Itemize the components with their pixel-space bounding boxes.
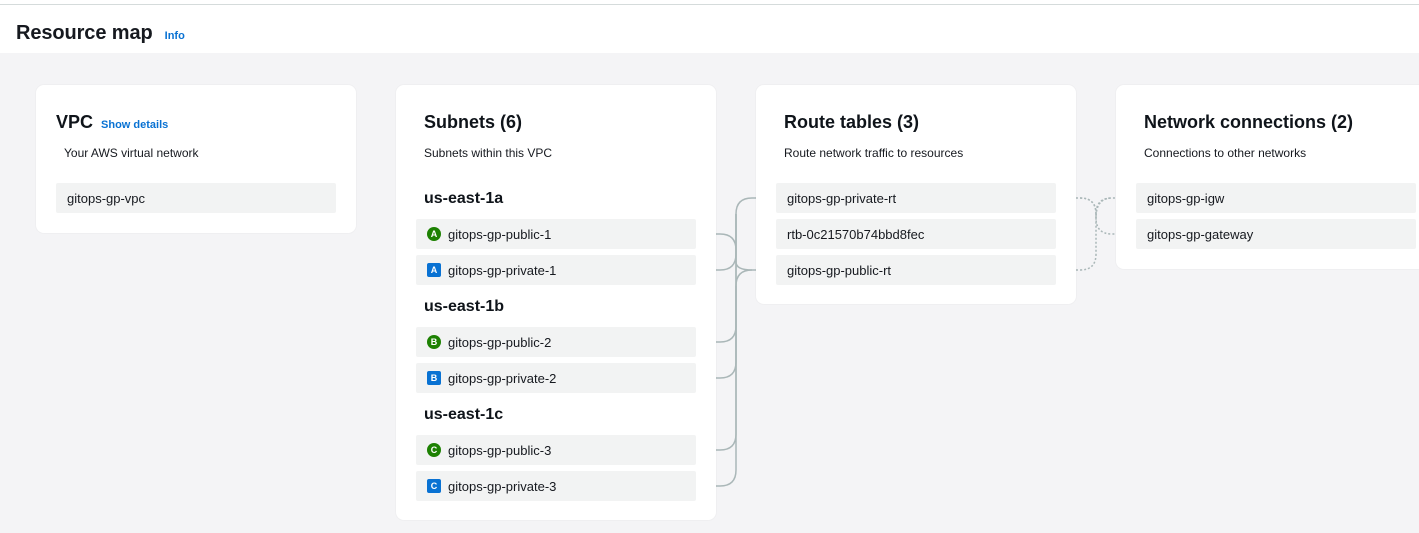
route-table-item[interactable]: gitops-gp-private-rt xyxy=(776,183,1056,213)
vpc-card: VPC Show details Your AWS virtual networ… xyxy=(36,85,356,233)
subnet-name: gitops-gp-private-1 xyxy=(448,262,557,278)
route-tables-description: Route network traffic to resources xyxy=(784,146,964,160)
subnet-name: gitops-gp-private-3 xyxy=(448,478,557,494)
az-label-us-east-1a: us-east-1a xyxy=(424,190,504,207)
subnet-item[interactable]: B gitops-gp-public-2 xyxy=(416,327,696,357)
public-subnet-icon: B xyxy=(427,335,441,349)
route-table-item[interactable]: gitops-gp-public-rt xyxy=(776,255,1056,285)
vpc-title-row: VPC Show details xyxy=(56,112,168,133)
network-connections-title: Network connections (2) xyxy=(1144,112,1354,132)
subnet-name: gitops-gp-public-1 xyxy=(448,226,552,242)
subnets-card: Subnets (6) Subnets within this VPC us-e… xyxy=(396,85,716,520)
vpc-title: VPC xyxy=(56,112,94,132)
subnets-description: Subnets within this VPC xyxy=(424,146,553,160)
resource-map-panel: Resource map Info VPC Show details Your … xyxy=(0,0,1419,533)
panel-divider xyxy=(0,4,1419,5)
resource-map-header: Resource map Info xyxy=(16,22,185,45)
network-connections-description: Connections to other networks xyxy=(1144,146,1307,160)
private-subnet-icon: A xyxy=(427,263,441,277)
private-subnet-icon: B xyxy=(427,371,441,385)
route-table-item[interactable]: rtb-0c21570b74bbd8fec xyxy=(776,219,1056,249)
az-label-us-east-1b: us-east-1b xyxy=(424,298,505,315)
vpc-item[interactable]: gitops-gp-vpc xyxy=(56,183,336,213)
subnet-item[interactable]: A gitops-gp-private-1 xyxy=(416,255,696,285)
network-connections-card: Network connections (2) Connections to o… xyxy=(1116,85,1419,269)
route-tables-card: Route tables (3) Route network traffic t… xyxy=(756,85,1076,304)
public-subnet-icon: C xyxy=(427,443,441,457)
page-title: Resource map xyxy=(16,22,153,44)
vpc-description: Your AWS virtual network xyxy=(64,146,199,160)
subnet-item[interactable]: C gitops-gp-private-3 xyxy=(416,471,696,501)
subnet-item[interactable]: C gitops-gp-public-3 xyxy=(416,435,696,465)
subnet-item[interactable]: A gitops-gp-public-1 xyxy=(416,219,696,249)
info-link[interactable]: Info xyxy=(165,30,185,42)
subnet-name: gitops-gp-private-2 xyxy=(448,370,557,386)
subnet-name: gitops-gp-public-3 xyxy=(448,442,552,458)
subnet-name: gitops-gp-public-2 xyxy=(448,334,552,350)
network-connection-item[interactable]: gitops-gp-gateway xyxy=(1136,219,1416,249)
show-details-link[interactable]: Show details xyxy=(101,119,168,131)
resource-map-canvas: VPC Show details Your AWS virtual networ… xyxy=(0,53,1419,533)
az-label-us-east-1c: us-east-1c xyxy=(424,406,504,423)
route-tables-title: Route tables (3) xyxy=(784,112,920,132)
network-connection-item[interactable]: gitops-gp-igw xyxy=(1136,183,1416,213)
private-subnet-icon: C xyxy=(427,479,441,493)
subnets-title: Subnets (6) xyxy=(424,112,523,132)
public-subnet-icon: A xyxy=(427,227,441,241)
subnet-item[interactable]: B gitops-gp-private-2 xyxy=(416,363,696,393)
